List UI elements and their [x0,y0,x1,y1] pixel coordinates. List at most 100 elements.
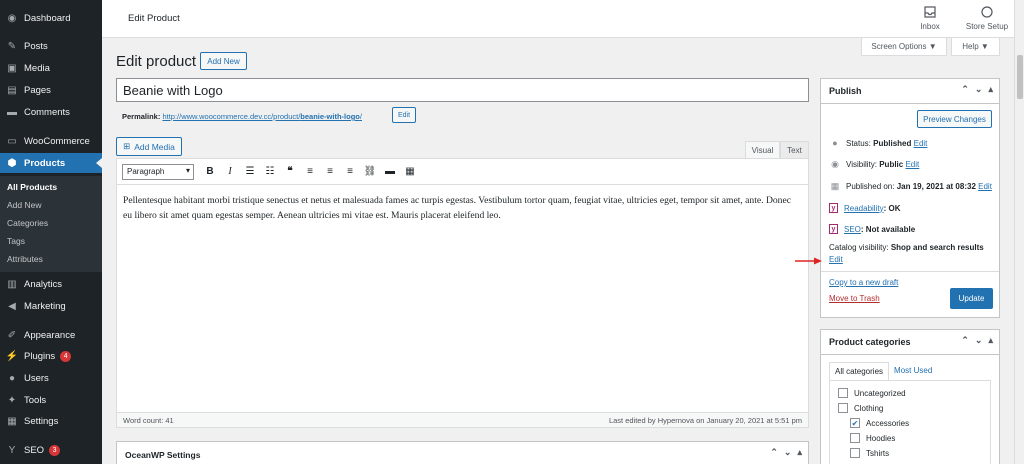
sidebar-item-media[interactable]: ▣ Media [0,58,102,78]
category-tabs: All categories Most Used [829,362,937,380]
sidebar-item-analytics[interactable]: ▥ Analytics [0,274,102,294]
readability-link[interactable]: Readability [844,204,884,213]
checkbox[interactable] [850,433,860,443]
catalog-value: Shop and search results [890,243,984,252]
visibility-value: Public [879,160,904,169]
panel-controls: ⌃ ⌄ ▴ [961,84,993,95]
numbered-list-icon[interactable]: ☷ [260,166,280,177]
annotation-arrow-icon [795,257,822,265]
sidebar-item-comments[interactable]: ▬ Comments [0,102,102,122]
sidebar-item-tools[interactable]: ✦ Tools [0,390,102,410]
chevron-up-icon[interactable]: ⌃ [961,84,969,95]
page-scrollbar[interactable] [1014,0,1024,464]
update-button[interactable]: Update [950,288,993,309]
link-icon[interactable]: ⛓ [360,166,380,177]
sidebar-item-seo[interactable]: Y SEO 3 [0,440,102,460]
list-item[interactable]: Uncategorized [838,388,906,398]
permalink-link[interactable]: http://www.woocommerce.dev.cc/product/be… [162,112,362,121]
scrollbar-thumb[interactable] [1017,55,1023,99]
collapse-toggle-icon[interactable]: ▴ [797,447,802,458]
category-label: Clothing [854,403,884,413]
submenu-attributes[interactable]: Attributes [0,250,102,268]
seo-row: y SEO: Not available [829,224,915,234]
align-left-icon[interactable]: ≡ [300,166,320,177]
sidebar-item-pages[interactable]: ▤ Pages [0,80,102,100]
align-center-icon[interactable]: ≡ [320,166,340,177]
status-edit-link[interactable]: Edit [914,139,928,148]
store-setup-button[interactable]: Store Setup [959,6,1015,31]
checkbox[interactable] [838,388,848,398]
visibility-edit-link[interactable]: Edit [905,160,919,169]
checkbox[interactable] [850,448,860,458]
editor-content[interactable]: Pellentesque habitant morbi tristique se… [117,185,808,231]
permalink-label: Permalink: [122,112,161,121]
page-title: Edit product [116,53,197,70]
catalog-visibility-edit-link[interactable]: Edit [829,255,843,264]
chevron-up-icon[interactable]: ⌃ [770,447,778,458]
submenu-add-new[interactable]: Add New [0,196,102,214]
bullet-list-icon[interactable]: ☰ [240,166,260,177]
last-edited: Last edited by Hypernova on January 20, … [608,415,802,425]
list-item[interactable]: Tshirts [850,448,889,458]
collapse-toggle-icon[interactable]: ▴ [988,84,993,95]
sidebar-item-plugins[interactable]: ⚡ Plugins 4 [0,346,102,366]
submenu-tags[interactable]: Tags [0,232,102,250]
sidebar-item-settings[interactable]: ▦ Settings [0,411,102,431]
bold-icon[interactable]: B [200,166,220,177]
checkbox-checked[interactable]: ✔ [850,418,860,428]
panel-header[interactable]: OceanWP Settings ⌃ ⌄ ▴ [117,442,808,464]
add-media-button[interactable]: ⊞ Add Media [116,137,182,156]
published-edit-link[interactable]: Edit [978,182,992,191]
list-item[interactable]: Clothing [838,403,883,413]
sidebar-item-users[interactable]: ● Users [0,368,102,388]
align-right-icon[interactable]: ≡ [340,166,360,177]
screen-options-button[interactable]: Screen Options ▼ [861,38,947,56]
catalog-visibility-row: Catalog visibility: Shop and search resu… [829,243,984,252]
comment-icon: ▬ [7,106,17,118]
list-item[interactable]: ✔ Accessories [850,418,909,428]
collapse-toggle-icon[interactable]: ▴ [988,335,993,346]
submenu-all-products[interactable]: All Products [0,178,102,196]
add-new-button[interactable]: Add New [200,52,247,70]
sidebar-item-appearance[interactable]: ✐ Appearance [0,325,102,345]
toolbar-toggle-icon[interactable]: ▦ [400,166,420,177]
inbox-button[interactable]: Inbox [905,6,955,31]
product-title-input[interactable]: Beanie with Logo [116,78,809,102]
tab-text[interactable]: Text [780,141,809,158]
chevron-up-icon[interactable]: ⌃ [961,335,969,346]
chevron-down-icon[interactable]: ⌄ [975,335,983,346]
settings-icon: ▦ [7,415,17,427]
blockquote-icon[interactable]: ❝ [280,166,300,177]
format-select[interactable]: Paragraph [122,163,194,180]
copy-to-draft-link[interactable]: Copy to a new draft [829,278,898,287]
chevron-down-icon[interactable]: ⌄ [784,447,792,458]
sidebar-item-posts[interactable]: ✎ Posts [0,36,102,56]
seo-link[interactable]: SEO [844,225,861,234]
preview-changes-button[interactable]: Preview Changes [917,110,992,128]
category-label: Hoodies [866,433,896,443]
editor-status-bar: Word count: 41 Last edited by Hypernova … [117,412,808,427]
help-button[interactable]: Help ▼ [951,38,1000,56]
sidebar-item-woocommerce[interactable]: ▭ WooCommerce [0,131,102,151]
sidebar-item-products[interactable]: ⬢ Products [0,153,102,173]
category-label: Tshirts [866,448,890,458]
tab-most-used[interactable]: Most Used [889,362,937,380]
panel-header[interactable]: Publish ⌃ ⌄ ▴ [821,79,999,104]
move-to-trash-link[interactable]: Move to Trash [829,294,880,303]
permalink-edit-button[interactable]: Edit [392,107,416,123]
sidebar-item-dashboard[interactable]: ◉ Dashboard [0,8,102,28]
sidebar-item-label: Plugins [24,350,56,362]
list-item[interactable]: Hoodies [850,433,895,443]
user-icon: ● [8,372,16,384]
panel-header[interactable]: Product categories ⌃ ⌄ ▴ [821,330,999,355]
chevron-down-icon[interactable]: ⌄ [975,84,983,95]
tab-all-categories[interactable]: All categories [829,362,890,380]
read-more-icon[interactable]: ▬ [380,166,400,177]
tab-visual[interactable]: Visual [745,141,780,158]
submenu-categories[interactable]: Categories [0,214,102,232]
italic-icon[interactable]: I [220,166,240,177]
checkbox[interactable] [838,403,848,413]
seo-notification-badge: 3 [49,444,61,456]
eye-icon: ◉ [831,159,839,169]
sidebar-item-marketing[interactable]: ◀ Marketing [0,296,102,316]
